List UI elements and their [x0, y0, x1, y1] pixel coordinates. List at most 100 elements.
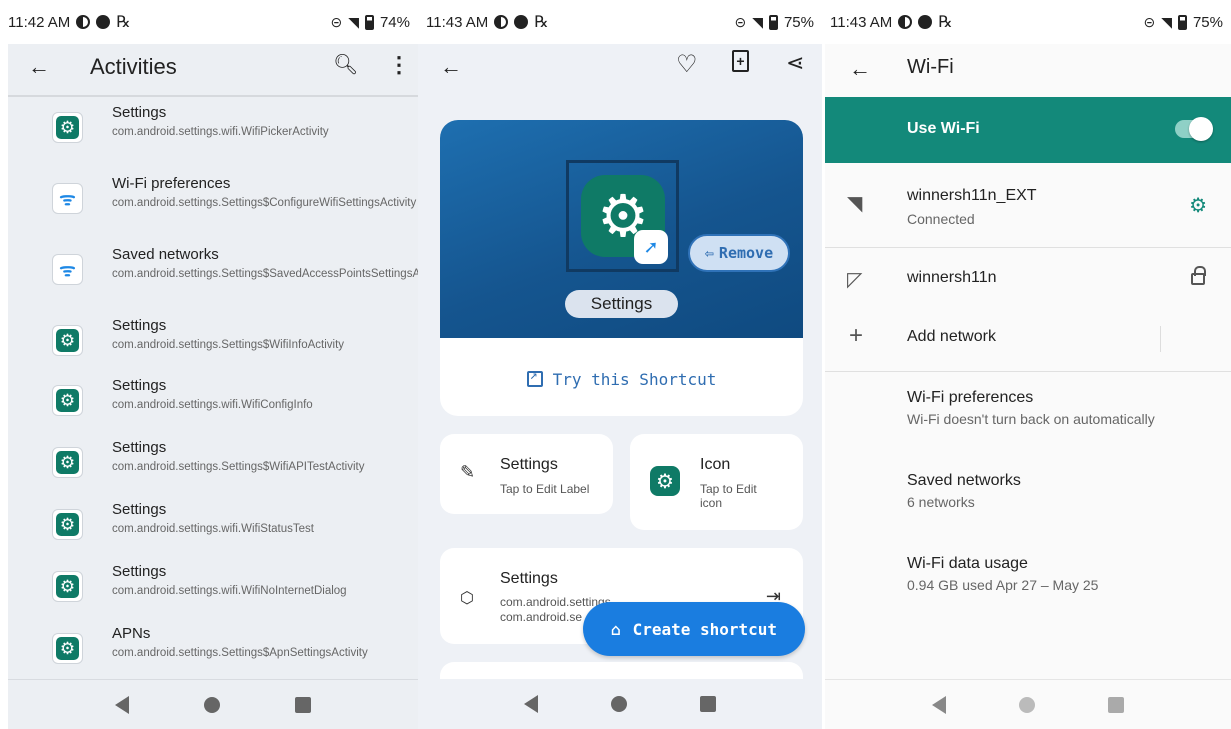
notification-dot-icon: [918, 15, 933, 29]
shortcut-preview-card: ⚙ ➚ Settings ⇦ Remove Try this Shortcut: [440, 120, 803, 416]
nav-back-icon[interactable]: [524, 695, 539, 713]
list-item[interactable]: ⚙ Settings com.android.settings.wifi.Wif…: [8, 377, 418, 439]
gear-icon: ⚙: [52, 509, 83, 540]
rx-icon: ℞: [534, 14, 549, 31]
nav-recents-icon[interactable]: [294, 696, 311, 713]
try-shortcut-button[interactable]: Try this Shortcut: [440, 366, 803, 392]
use-wifi-row[interactable]: Use Wi-Fi: [825, 97, 1231, 163]
back-arrow-icon[interactable]: ←: [28, 54, 50, 80]
activity-name: Saved networks: [112, 246, 219, 263]
activity-name: Wi-Fi preferences: [112, 175, 231, 192]
list-item[interactable]: ⚙ Settings com.android.settings.wifi.Wif…: [8, 563, 418, 625]
back-arrow-icon[interactable]: ←: [849, 56, 871, 82]
bookmark-add-icon[interactable]: +: [732, 50, 749, 72]
label-card-sub: Tap to Edit Label: [500, 482, 590, 496]
edit-icon-card[interactable]: ⚙ Icon Tap to Edit icon: [630, 434, 803, 530]
nav-home-icon[interactable]: [1018, 696, 1035, 713]
activities-screen: 11:42 AM ℞ ⊝ ◥ 74% ← Activities 🔍︎ ⋮ ⚙ S…: [0, 0, 418, 729]
heart-icon[interactable]: ♡: [676, 50, 698, 79]
nav-back-icon[interactable]: [931, 695, 946, 714]
add-network-label: Add network: [907, 328, 996, 345]
list-item[interactable]: ᯤ Saved networks com.android.settings.Se…: [8, 246, 418, 317]
shortcut-editor-screen: 11:43 AM ℞ ⊝ ◥ 75% ← ♡ + ⋖ ⚙ ➚ Settings …: [418, 0, 822, 729]
gear-icon[interactable]: ⚙: [1189, 193, 1207, 218]
pref-title: Wi-Fi data usage: [907, 555, 1028, 572]
remove-button[interactable]: ⇦ Remove: [688, 234, 790, 272]
status-bar: 11:43 AM ℞ ⊝ ◥ 75%: [418, 0, 822, 44]
activity-list: ⚙ Settings com.android.settings.wifi.Wif…: [8, 104, 418, 665]
search-icon[interactable]: 🔍︎: [333, 52, 358, 77]
open-external-icon: [526, 368, 543, 387]
network-row-connected[interactable]: ◥ winnersh11n_EXT Connected ⚙: [825, 163, 1231, 248]
back-arrow-icon[interactable]: ←: [440, 54, 462, 80]
lock-icon: [1191, 266, 1206, 285]
wifi-status-icon: ◥: [1161, 13, 1172, 30]
rx-icon: ℞: [938, 14, 953, 31]
wifi-data-usage-item[interactable]: Wi-Fi data usage 0.94 GB used Apr 27 – M…: [907, 555, 1221, 593]
saved-networks-item[interactable]: Saved networks 6 networks: [907, 472, 1221, 510]
list-item[interactable]: ⚙ Settings com.android.settings.Settings…: [8, 317, 418, 377]
activity-name: APNs: [112, 625, 151, 642]
pref-sub: Wi-Fi doesn't turn back on automatically: [907, 411, 1155, 427]
home-add-icon: ⌂: [610, 619, 621, 639]
status-time: 11:43 AM: [426, 13, 489, 31]
nav-recents-icon[interactable]: [699, 696, 716, 712]
activity-class: com.android.settings.Settings$WifiInfoAc…: [112, 339, 345, 351]
shortcut-panel: ← ♡ + ⋖ ⚙ ➚ Settings ⇦ Remove Try this S…: [418, 44, 822, 729]
list-item[interactable]: ⚙ APNs com.android.settings.Settings$Apn…: [8, 625, 418, 665]
wifi-signal-icon: ◥: [847, 193, 863, 215]
remove-icon: ⇦: [704, 244, 714, 262]
nav-back-icon[interactable]: [115, 695, 130, 714]
activity-class: com.android.settings.wifi.WifiNoInternet…: [112, 585, 347, 597]
activity-class: com.android.settings.Settings$SavedAcces…: [112, 268, 418, 280]
activity-class: com.android.settings.Settings$ConfigureW…: [112, 197, 417, 209]
add-network-row[interactable]: + Add network: [825, 310, 1231, 372]
data-saver-icon: [494, 15, 509, 29]
nav-bar: [8, 679, 418, 729]
cube-icon: ⬡: [460, 590, 474, 607]
battery-percent: 74%: [379, 13, 410, 31]
status-bar: 11:43 AM ℞ ⊝ ◥ 75%: [822, 0, 1231, 44]
use-wifi-label: Use Wi-Fi: [907, 120, 980, 137]
try-shortcut-label: Try this Shortcut: [552, 369, 717, 389]
nav-recents-icon[interactable]: [1108, 696, 1125, 713]
label-card-title: Settings: [500, 456, 558, 473]
share-icon[interactable]: ⋖: [786, 50, 804, 76]
pref-sub: 6 networks: [907, 494, 975, 510]
icon-card-title: Icon: [700, 456, 731, 473]
dnd-icon: ⊝: [1143, 13, 1156, 30]
status-time: 11:43 AM: [830, 13, 893, 31]
create-shortcut-label: Create shortcut: [632, 619, 778, 639]
activity-class: com.android.settings.wifi.WifiStatusTest: [112, 523, 314, 535]
more-options-icon[interactable]: ⋮: [388, 52, 410, 78]
activity-class: com.android.settings.wifi.WifiConfigInfo: [112, 399, 313, 411]
wifi-status-icon: ◥: [752, 13, 763, 30]
data-saver-icon: [76, 15, 91, 29]
battery-percent: 75%: [783, 13, 814, 31]
edit-label-card[interactable]: ✎ Settings Tap to Edit Label: [440, 434, 613, 514]
list-item[interactable]: ⚙ Settings com.android.settings.Settings…: [8, 439, 418, 501]
wifi-icon: ᯤ: [52, 254, 83, 285]
data-saver-icon: [898, 15, 913, 29]
gear-icon: ⚙: [52, 633, 83, 664]
nav-home-icon[interactable]: [610, 696, 627, 712]
activity-name: Settings: [112, 439, 167, 456]
pref-sub: 0.94 GB used Apr 27 – May 25: [907, 577, 1099, 593]
pencil-icon: ✎: [460, 462, 476, 482]
list-item[interactable]: ⚙ Settings com.android.settings.wifi.Wif…: [8, 104, 418, 175]
list-item[interactable]: ᯤ Wi-Fi preferences com.android.settings…: [8, 175, 418, 246]
list-item[interactable]: ⚙ Settings com.android.settings.wifi.Wif…: [8, 501, 418, 563]
wifi-preferences-item[interactable]: Wi-Fi preferences Wi-Fi doesn't turn bac…: [907, 389, 1221, 427]
network-row[interactable]: ◸ winnersh11n: [825, 249, 1231, 309]
dnd-icon: ⊝: [734, 13, 747, 30]
wifi-toggle[interactable]: [1175, 117, 1213, 141]
activity-class: com.android.settings.Settings$ApnSetting…: [112, 647, 368, 659]
page-title: Wi-Fi: [907, 56, 954, 78]
remove-label: Remove: [718, 244, 774, 262]
create-shortcut-button[interactable]: ⌂ Create shortcut: [583, 602, 805, 656]
battery-icon: [1177, 14, 1187, 30]
notification-dot-icon: [96, 15, 111, 29]
shortcut-label: Settings: [565, 290, 678, 318]
toggle-knob: [1189, 117, 1213, 141]
nav-home-icon[interactable]: [203, 696, 220, 713]
